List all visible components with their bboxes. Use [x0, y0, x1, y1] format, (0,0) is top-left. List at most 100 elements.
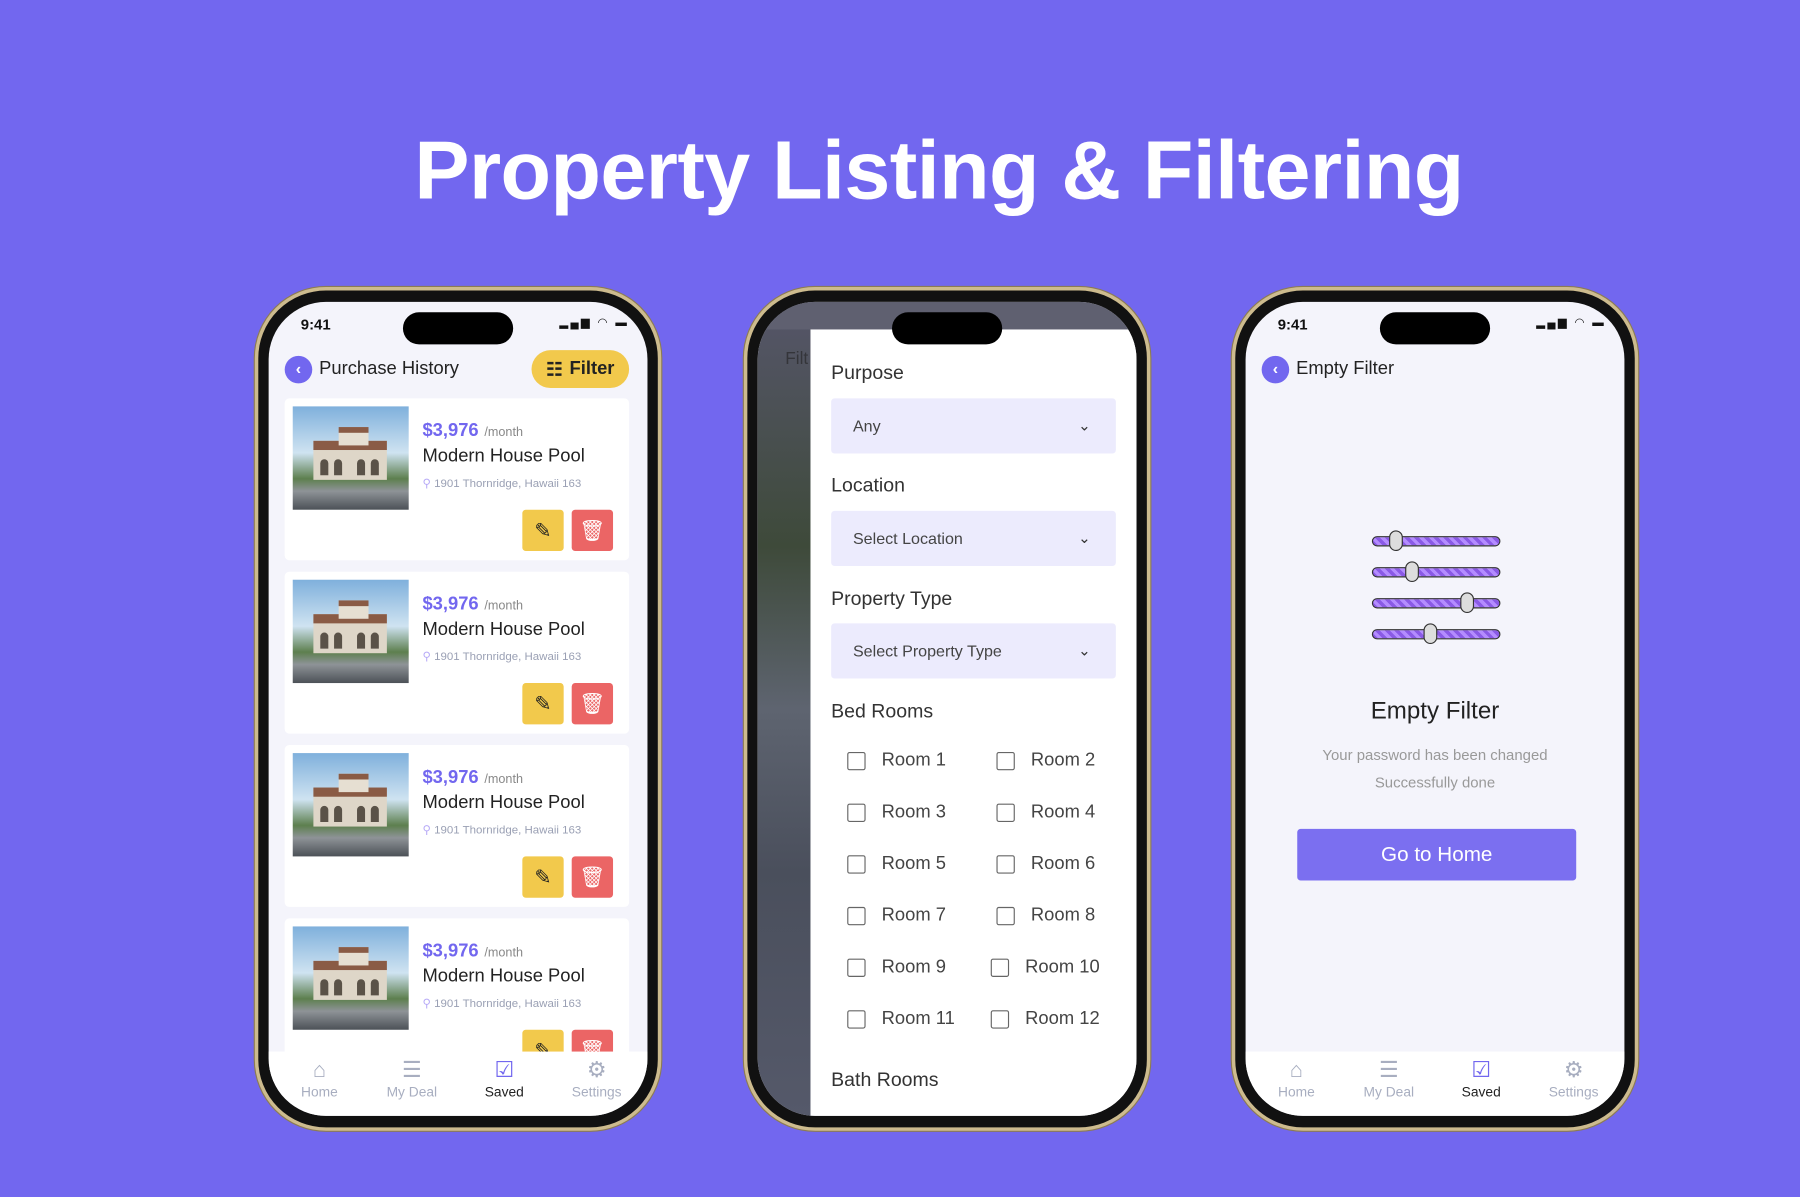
gear-icon: ⚙: [1563, 1058, 1584, 1083]
room-checkbox[interactable]: Room 8: [996, 906, 1095, 927]
property-card[interactable]: $3,976/month Modern House Pool ⚲ 1901 Th…: [284, 571, 630, 734]
checkbox[interactable]: [847, 958, 866, 977]
filter-label: Filter: [569, 358, 615, 379]
room-checkbox[interactable]: Room 11: [847, 1009, 955, 1030]
checkbox[interactable]: [996, 906, 1015, 926]
go-to-home-button[interactable]: Go to Home: [1297, 828, 1577, 881]
screen-title: Empty Filter: [1296, 359, 1395, 379]
nav-label: Settings: [1548, 1083, 1599, 1100]
chevron-down-icon: ⌄: [1078, 641, 1091, 659]
delete-button[interactable]: 🗑: [571, 683, 614, 725]
checkbox[interactable]: [847, 855, 866, 874]
slider-illustration: [1371, 530, 1501, 552]
trash-icon: 🗑: [579, 518, 606, 542]
property-type-value: Select Property Type: [852, 641, 1002, 661]
nav-home[interactable]: ⌂ Home: [274, 1052, 366, 1116]
room-checkbox[interactable]: Room 5: [847, 854, 946, 875]
purpose-dropdown[interactable]: Any ⌄: [831, 398, 1116, 454]
price: $3,976/month: [422, 941, 524, 961]
property-name: Modern House Pool: [422, 966, 585, 987]
room-label: Room 7: [881, 905, 946, 926]
room-checkbox[interactable]: Room 7: [847, 906, 946, 927]
nav-settings[interactable]: ⚙ Settings: [551, 1052, 643, 1116]
phone-filter: Filt Purpose Any ⌄ Location Select Locati…: [743, 287, 1151, 1131]
room-checkbox[interactable]: Room 4: [996, 802, 1095, 823]
status-icons: ▂▄▆ ◠ ▬: [559, 316, 630, 330]
edit-icon: ✎: [534, 692, 552, 716]
delete-button[interactable]: 🗑: [571, 509, 614, 552]
nav-saved[interactable]: ☑ Saved: [458, 1052, 550, 1116]
checkbox[interactable]: [847, 803, 866, 822]
property-card[interactable]: $3,976/month Modern House Pool ⚲ 1901 Th…: [284, 745, 630, 907]
edit-button[interactable]: ✎: [522, 683, 564, 725]
property-image: [292, 406, 409, 510]
dynamic-island: [891, 312, 1003, 345]
delete-button[interactable]: 🗑: [571, 856, 614, 898]
edit-button[interactable]: ✎: [522, 856, 564, 898]
back-button[interactable]: ‹: [1261, 355, 1290, 384]
status-icons: ▂▄▆ ◠ ▬: [1536, 316, 1607, 330]
edit-button[interactable]: ✎: [522, 509, 564, 552]
checkbox[interactable]: [990, 958, 1010, 977]
nav-my-deal[interactable]: ☰ My Deal: [366, 1052, 458, 1116]
dynamic-island: [402, 312, 514, 345]
nav-label: My Deal: [386, 1083, 438, 1100]
property-card[interactable]: $3,976/month Modern House Pool ⚲ 1901 Th…: [284, 398, 630, 561]
checkbox[interactable]: [996, 855, 1015, 874]
checkbox[interactable]: [847, 1010, 866, 1029]
checkbox[interactable]: [847, 906, 866, 926]
nav-saved[interactable]: ☑ Saved: [1435, 1052, 1527, 1116]
page-title: Property Listing & Filtering: [414, 125, 1464, 217]
screen-title: Purchase History: [319, 359, 460, 379]
dynamic-island: [1379, 312, 1491, 345]
room-label: Room 6: [1030, 854, 1096, 874]
price-period: /month: [484, 772, 524, 787]
room-checkbox[interactable]: Room 3: [847, 802, 946, 823]
saved-icon: ☑: [494, 1058, 515, 1083]
room-label: Room 4: [1030, 802, 1096, 822]
checkbox[interactable]: [996, 751, 1015, 771]
property-name: Modern House Pool: [422, 793, 585, 813]
price-period: /month: [484, 425, 524, 440]
room-label: Room 2: [1030, 750, 1096, 771]
room-checkbox[interactable]: Room 1: [847, 751, 946, 772]
slider-illustration: [1371, 561, 1501, 583]
dimmed-background[interactable]: [757, 301, 811, 1116]
slider-knob: [1405, 561, 1419, 583]
location-dropdown[interactable]: Select Location ⌄: [831, 510, 1116, 566]
checkbox[interactable]: [990, 1010, 1010, 1029]
slider-illustration: [1371, 623, 1501, 645]
filter-sheet: Purpose Any ⌄ Location Select Location ⌄ P…: [810, 329, 1137, 1116]
slider-knob: [1460, 592, 1475, 614]
trash-icon: 🗑: [579, 865, 606, 889]
bath-rooms-label: Bath Rooms: [831, 1068, 939, 1091]
checkbox[interactable]: [847, 751, 866, 771]
room-checkbox[interactable]: Room 10: [990, 957, 1100, 978]
back-button[interactable]: ‹: [284, 355, 313, 384]
room-checkbox[interactable]: Room 12: [990, 1009, 1100, 1030]
purpose-value: Any: [852, 416, 881, 436]
property-type-dropdown[interactable]: Select Property Type ⌄: [831, 623, 1116, 679]
slider-knob: [1389, 530, 1403, 552]
filter-button[interactable]: ☷ Filter: [531, 350, 630, 389]
slider-illustration: [1371, 592, 1501, 614]
room-checkbox[interactable]: Room 2: [996, 751, 1095, 772]
briefcase-icon: ☰: [402, 1058, 422, 1083]
checkbox[interactable]: [996, 803, 1015, 822]
briefcase-icon: ☰: [1378, 1058, 1399, 1083]
room-checkbox[interactable]: Room 6: [996, 854, 1095, 875]
nav-settings[interactable]: ⚙ Settings: [1528, 1052, 1620, 1116]
empty-message: Your password has been changed: [1322, 746, 1548, 764]
property-image: [292, 926, 409, 1030]
room-label: Room 1: [881, 750, 946, 771]
nav-my-deal[interactable]: ☰ My Deal: [1343, 1052, 1435, 1116]
phone-empty: 9:41 ▂▄▆ ◠ ▬ ‹ Empty Filter Empty Filter…: [1231, 287, 1639, 1131]
room-checkbox[interactable]: Room 9: [847, 957, 946, 978]
chevron-down-icon: ⌄: [1078, 416, 1091, 434]
nav-label: Saved: [1461, 1083, 1501, 1100]
room-label: Room 5: [881, 854, 946, 874]
nav-home[interactable]: ⌂ Home: [1250, 1052, 1342, 1116]
room-label: Room 11: [881, 1009, 955, 1029]
property-type-label: Property Type: [831, 587, 953, 610]
home-icon: ⌂: [1289, 1058, 1303, 1083]
